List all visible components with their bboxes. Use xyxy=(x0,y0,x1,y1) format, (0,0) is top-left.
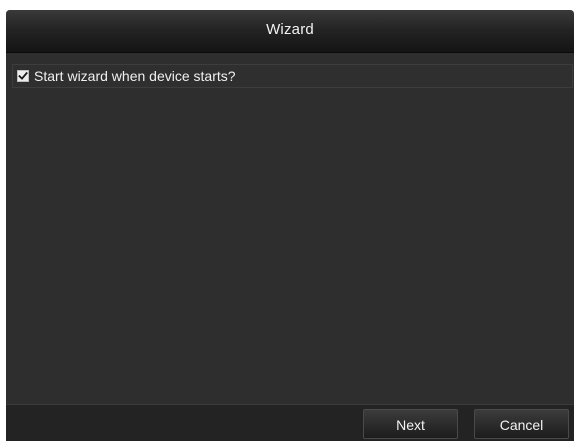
start-wizard-checkbox[interactable] xyxy=(17,70,29,82)
wizard-dialog: Wizard Start wizard when device starts? … xyxy=(6,10,574,441)
dialog-title: Wizard xyxy=(266,21,314,38)
start-wizard-option-row[interactable]: Start wizard when device starts? xyxy=(12,64,573,88)
checkmark-icon xyxy=(18,71,28,80)
dialog-footer: Next Cancel xyxy=(6,404,574,441)
start-wizard-label: Start wizard when device starts? xyxy=(34,68,236,84)
dialog-titlebar: Wizard xyxy=(6,10,574,53)
next-button[interactable]: Next xyxy=(363,409,458,439)
cancel-button[interactable]: Cancel xyxy=(474,409,569,439)
